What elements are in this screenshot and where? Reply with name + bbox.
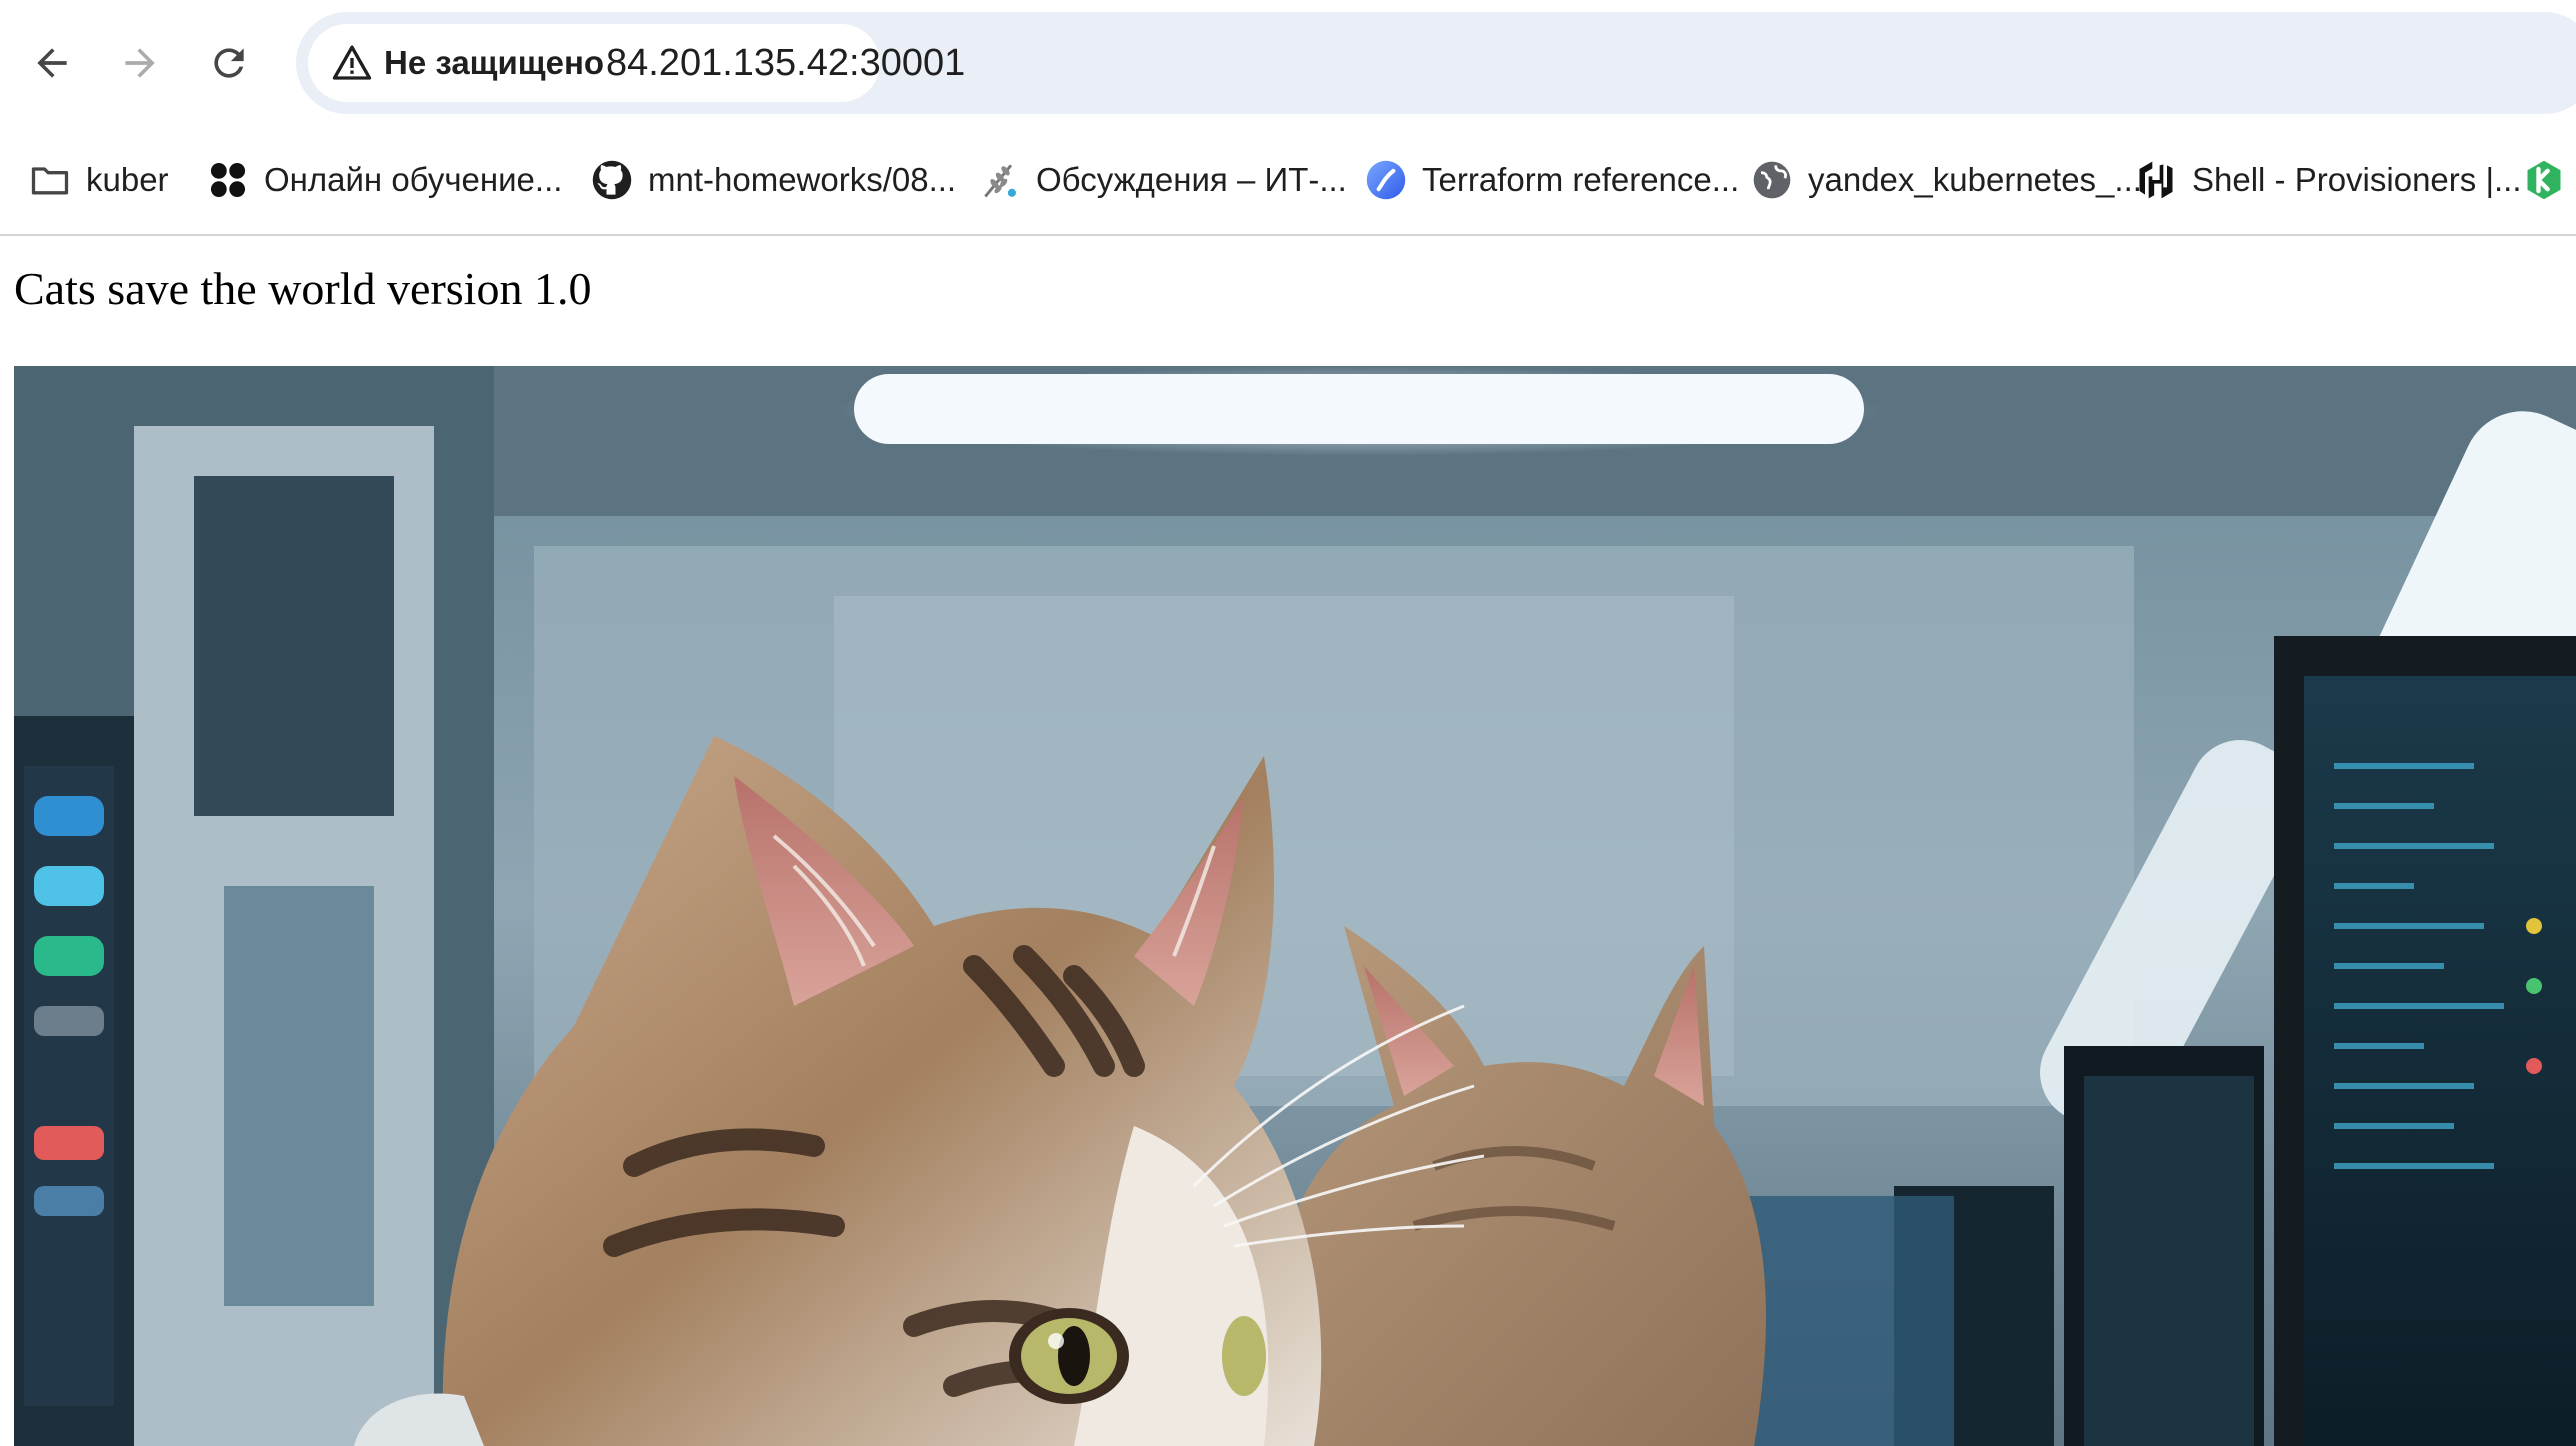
bookmark-label: Онлайн обучение... [264, 161, 563, 198]
bookmark-label: mnt-homeworks/08... [648, 161, 957, 198]
arrow-right-icon [125, 48, 155, 78]
url-text[interactable]: 84.201.135.42:30001 [606, 12, 965, 114]
bookmark-terraform-reference[interactable]: Terraform reference... [1364, 150, 1739, 210]
github-icon [590, 158, 634, 202]
security-label: Не защищено [384, 44, 605, 81]
bookmark-mnt-homeworks[interactable]: mnt-homeworks/08... [590, 150, 956, 210]
bookmark-label: Shell - Provisioners |... [2192, 161, 2522, 198]
bookmark-label: yandex_kubernetes_... [1808, 161, 2142, 198]
reload-button[interactable] [197, 31, 261, 95]
bookmark-kubernetes-green[interactable] [2522, 150, 2566, 210]
bookmark-discussions[interactable]: Обсуждения – ИТ-... [978, 150, 1347, 210]
back-button[interactable] [20, 31, 84, 95]
wheat-logo-icon [978, 158, 1022, 202]
page-title: Cats save the world version 1.0 [14, 263, 592, 314]
bookmark-yandex-kubernetes[interactable]: yandex_kubernetes_... [1750, 150, 2142, 210]
bookmark-label: Terraform reference... [1422, 161, 1740, 198]
folder-icon [28, 158, 72, 202]
arrow-left-icon [37, 48, 67, 78]
globe-icon [1750, 158, 1794, 202]
hashicorp-icon [2134, 158, 2178, 202]
bookmarks-bar: kuber Онлайн обучение... mnt-homeworks/0… [0, 126, 2576, 236]
bookmark-kuber[interactable]: kuber [28, 150, 169, 210]
reload-icon [214, 48, 244, 78]
cat-photo [14, 366, 2576, 1446]
warning-triangle-icon [332, 43, 372, 83]
bookmark-label: Обсуждения – ИТ-... [1036, 161, 1347, 198]
forward-button[interactable] [108, 31, 172, 95]
browser-toolbar: Не защищено 84.201.135.42:30001 [0, 0, 2576, 126]
bookmark-online-learning[interactable]: Онлайн обучение... [206, 150, 562, 210]
four-dots-logo-icon [206, 158, 250, 202]
kubernetes-green-icon [2522, 158, 2566, 202]
bookmark-shell-provisioners[interactable]: Shell - Provisioners |... [2134, 150, 2522, 210]
address-bar[interactable]: Не защищено 84.201.135.42:30001 [296, 12, 2576, 114]
terraform-docs-icon [1364, 158, 1408, 202]
bookmark-label: kuber [86, 161, 169, 198]
